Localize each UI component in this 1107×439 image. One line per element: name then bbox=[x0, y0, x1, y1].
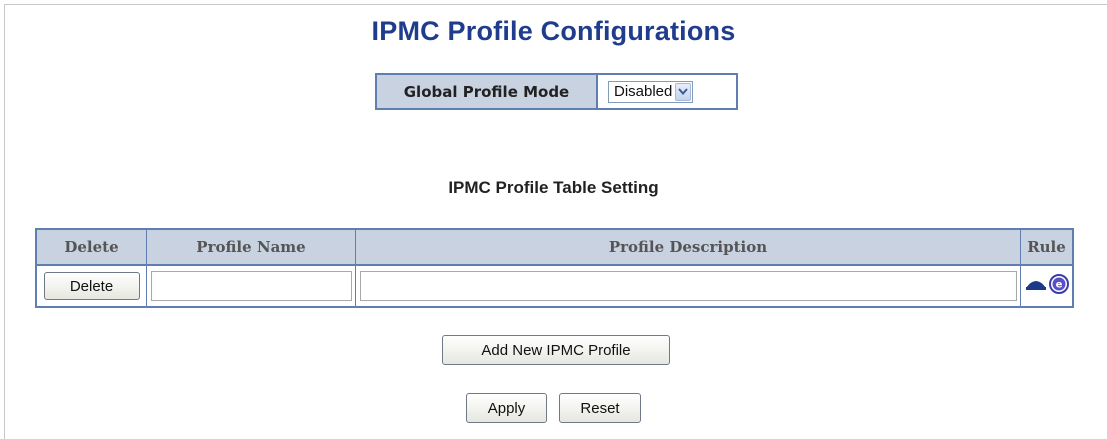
global-profile-mode-cell: Disabled bbox=[598, 75, 736, 108]
global-profile-mode-value: Disabled bbox=[614, 83, 673, 100]
chevron-down-icon[interactable] bbox=[675, 82, 692, 101]
global-profile-mode-row: Global Profile Mode Disabled bbox=[375, 73, 738, 110]
delete-button[interactable]: Delete bbox=[43, 272, 140, 300]
table-section-title: IPMC Profile Table Setting bbox=[448, 178, 659, 197]
reset-button[interactable]: Reset bbox=[559, 393, 641, 423]
profile-description-input[interactable] bbox=[359, 271, 1017, 301]
column-header-delete: Delete bbox=[37, 230, 147, 264]
table-row: Delete e bbox=[37, 266, 1072, 306]
table-header-row: Delete Profile Name Profile Description … bbox=[37, 230, 1072, 266]
svg-text:e: e bbox=[1055, 279, 1062, 290]
profile-description-cell bbox=[356, 266, 1021, 306]
column-header-rule: Rule bbox=[1027, 238, 1066, 256]
edit-icon[interactable]: e bbox=[1048, 273, 1069, 299]
column-header-profile-description: Profile Description bbox=[356, 230, 1021, 264]
page-title: IPMC Profile Configurations bbox=[371, 16, 736, 46]
rule-cell: e bbox=[1021, 266, 1072, 306]
column-header-profile-name: Profile Name bbox=[147, 230, 356, 264]
profile-name-input[interactable] bbox=[150, 271, 352, 301]
apply-button[interactable]: Apply bbox=[466, 393, 547, 423]
global-profile-mode-label: Global Profile Mode bbox=[377, 75, 598, 108]
navigate-icon[interactable] bbox=[1025, 277, 1047, 296]
profile-table: Delete Profile Name Profile Description … bbox=[35, 228, 1074, 308]
global-profile-mode-select[interactable]: Disabled bbox=[608, 80, 694, 103]
delete-cell: Delete bbox=[37, 266, 147, 306]
profile-name-cell bbox=[147, 266, 356, 306]
rule-icons: e bbox=[1025, 273, 1069, 299]
add-new-profile-button[interactable]: Add New IPMC Profile bbox=[442, 335, 670, 365]
content-frame bbox=[4, 4, 1107, 439]
